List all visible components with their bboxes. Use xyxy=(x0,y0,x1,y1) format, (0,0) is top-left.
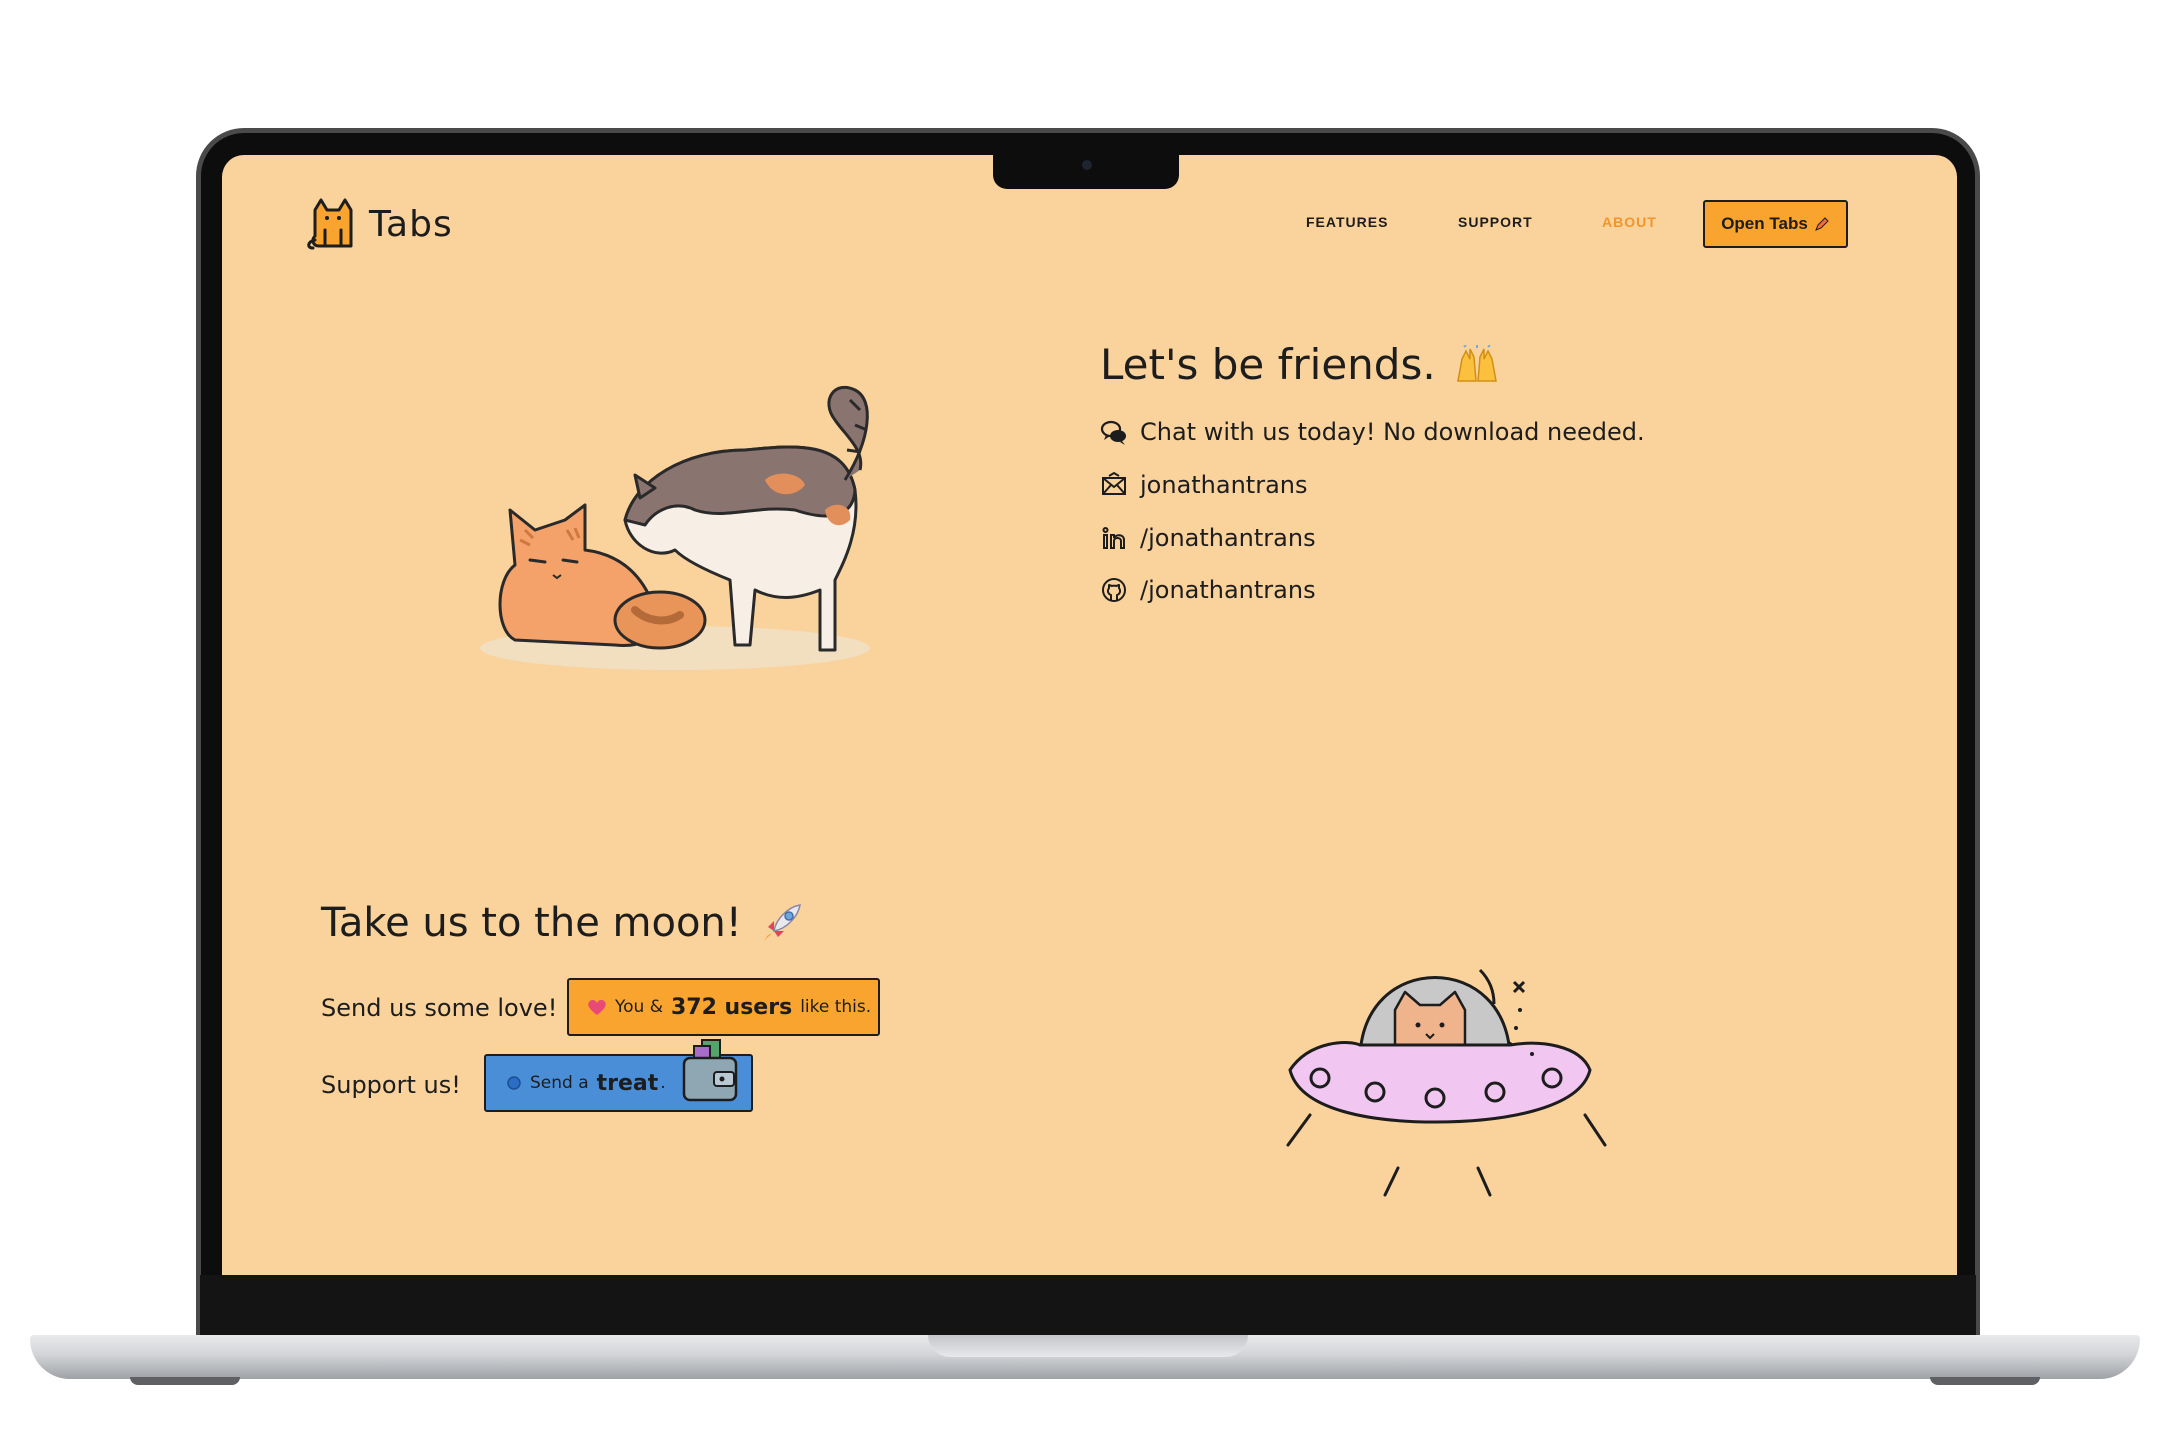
like-button[interactable]: You & 372 users like this. xyxy=(567,978,880,1036)
friends-heading: Let's be friends. xyxy=(1100,340,1500,389)
cat-logo-icon xyxy=(307,198,353,250)
chat-text: Chat with us today! No download needed. xyxy=(1140,418,1645,446)
email-text: jonathantrans xyxy=(1140,471,1308,499)
moon-heading-text: Take us to the moon! xyxy=(321,900,742,946)
coin-icon xyxy=(507,1076,521,1090)
chat-row[interactable]: Chat with us today! No download needed. xyxy=(1100,418,1645,446)
laptop-foot-right xyxy=(1930,1377,2040,1385)
friends-heading-text: Let's be friends. xyxy=(1100,340,1436,389)
moon-heading: Take us to the moon! xyxy=(321,900,804,946)
nav-about[interactable]: ABOUT xyxy=(1602,214,1657,230)
laptop-chin xyxy=(200,1275,1976,1335)
github-icon xyxy=(1102,578,1126,602)
brand-logo[interactable]: Tabs xyxy=(307,196,453,252)
laptop-base-notch xyxy=(928,1335,1248,1357)
open-tabs-button[interactable]: Open Tabs xyxy=(1703,200,1848,248)
nav-support[interactable]: SUPPORT xyxy=(1458,214,1533,230)
support-label: Support us! xyxy=(321,1071,461,1099)
cats-illustration xyxy=(480,385,870,670)
treat-prefix: Send a xyxy=(530,1073,589,1093)
rocket-icon xyxy=(763,904,801,941)
github-row[interactable]: /jonathantrans xyxy=(1100,576,1316,604)
laptop-foot-left xyxy=(130,1377,240,1385)
linkedin-text: /jonathantrans xyxy=(1140,524,1316,552)
speech-bubbles-icon xyxy=(1100,420,1126,445)
camera-icon xyxy=(1082,160,1092,170)
laptop-screen xyxy=(222,155,1957,1275)
treat-word: treat xyxy=(596,1070,659,1096)
nav-features[interactable]: FEATURES xyxy=(1306,214,1388,230)
open-tabs-label: Open Tabs xyxy=(1721,214,1808,233)
pencil-icon xyxy=(1814,217,1829,231)
heart-icon xyxy=(588,999,606,1015)
love-label: Send us some love! xyxy=(321,994,558,1022)
brand-name: Tabs xyxy=(369,203,453,245)
github-text: /jonathantrans xyxy=(1140,576,1316,604)
ufo-cat-illustration xyxy=(1286,968,1607,1197)
wallet-icon xyxy=(682,1039,738,1102)
linkedin-row[interactable]: /jonathantrans xyxy=(1100,524,1316,552)
raised-hands-icon xyxy=(1456,344,1497,382)
email-row[interactable]: jonathantrans xyxy=(1100,471,1308,499)
linkedin-icon xyxy=(1102,527,1125,549)
treat-suffix: . xyxy=(660,1073,666,1093)
like-suffix: like this. xyxy=(800,997,872,1017)
like-prefix: You & xyxy=(615,997,663,1017)
envelope-icon xyxy=(1102,471,1126,495)
like-count: 372 users xyxy=(670,994,793,1020)
